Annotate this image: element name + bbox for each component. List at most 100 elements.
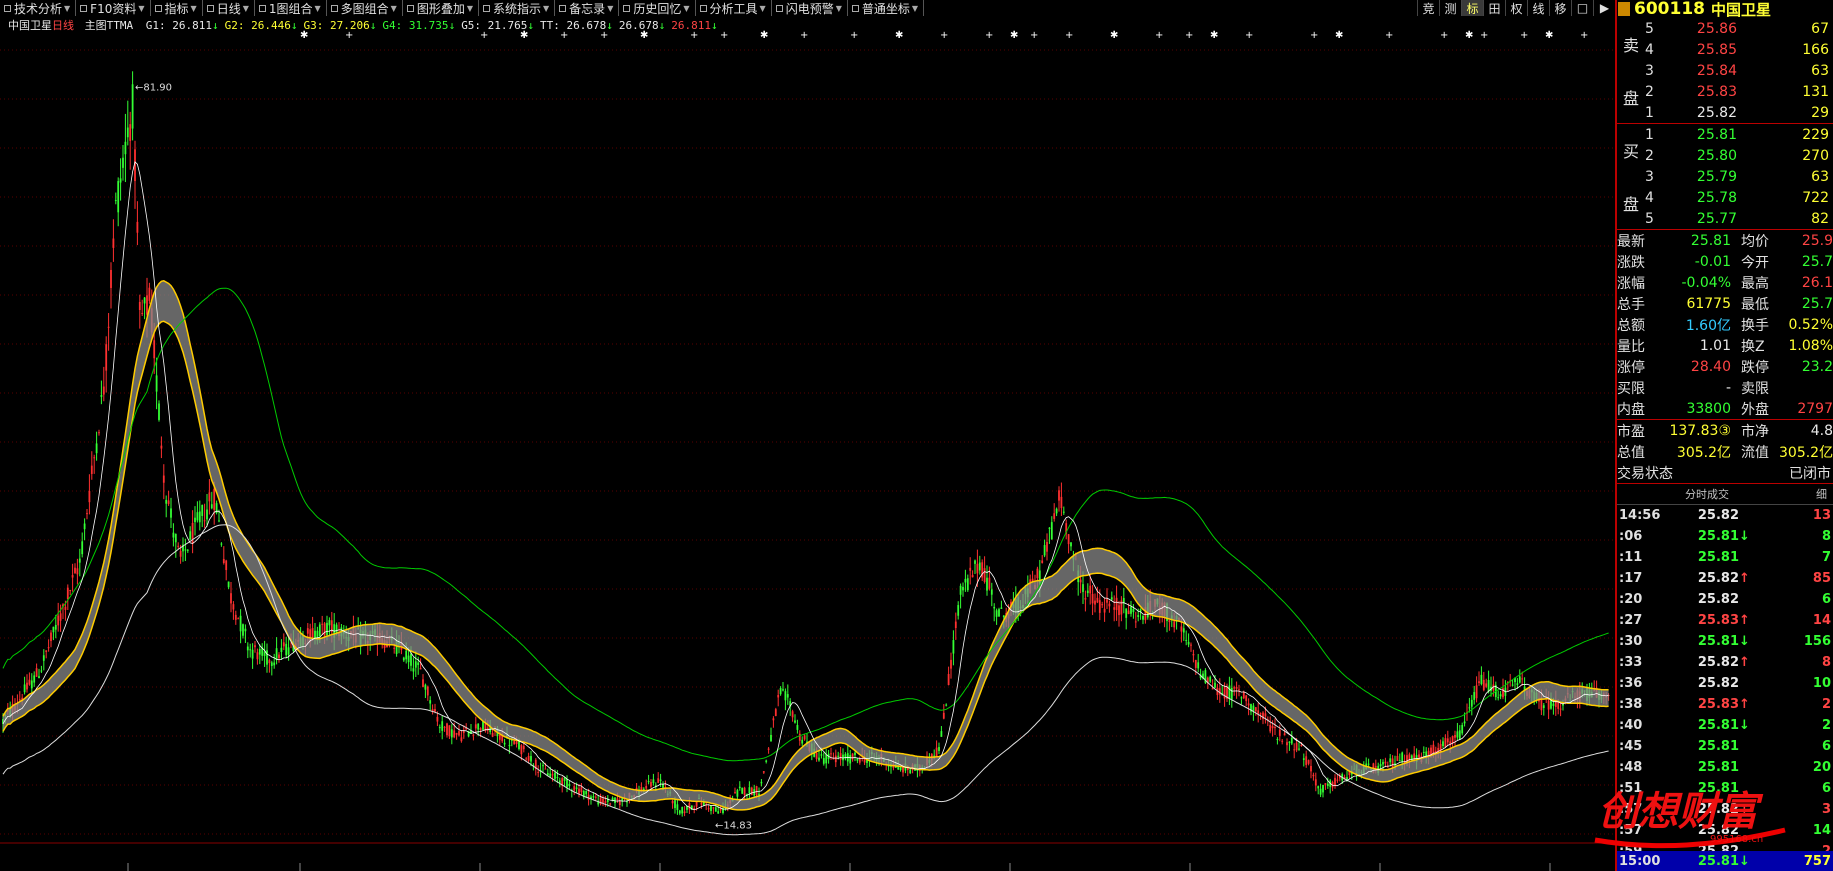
menu-item-0[interactable]: 技术分析 ▼ <box>0 0 77 16</box>
candle-body <box>201 504 204 516</box>
toolbar-button-2[interactable]: 标 <box>1461 0 1483 16</box>
candle-body <box>796 725 799 730</box>
candle-body <box>83 523 86 530</box>
signal-marker: ✱ <box>760 30 768 41</box>
candle-body <box>899 767 902 771</box>
candle-body <box>1127 610 1130 615</box>
toolbar-button-0[interactable]: 竞 <box>1417 0 1439 16</box>
candle-body <box>458 731 460 736</box>
candle-body <box>189 531 192 540</box>
candle-body <box>1197 662 1200 669</box>
candle-body <box>210 504 213 509</box>
candle-body <box>119 178 122 183</box>
asks-row[interactable]: 1 25.82 29 <box>1645 102 1833 123</box>
quote-v: -0.04% <box>1681 274 1731 291</box>
asks-row[interactable]: 2 25.83 131 <box>1645 81 1833 102</box>
signal-marker: + <box>345 30 353 41</box>
candle-body <box>129 124 132 141</box>
candle-body <box>1552 703 1555 706</box>
ticks-detail-tab[interactable]: 细 <box>1797 486 1827 502</box>
menu-item-2[interactable]: 指标 ▼ <box>151 0 203 16</box>
asks-row[interactable]: 3 25.84 63 <box>1645 60 1833 81</box>
candle-body <box>474 724 477 729</box>
bids-vol: 63 <box>1811 168 1829 185</box>
menu-label: 历史回忆 <box>633 1 682 16</box>
candle-body <box>988 577 991 589</box>
bids-row[interactable]: 3 25.79 63 <box>1645 166 1833 187</box>
quote-k: 总值 <box>1617 444 1645 461</box>
candle-body <box>1480 674 1483 685</box>
candle-body <box>1482 679 1485 691</box>
candle-body <box>1240 697 1243 699</box>
candle-body <box>1096 597 1099 603</box>
tick-ar: ↑ <box>1739 571 1750 586</box>
candle-body <box>321 623 324 625</box>
candle-body <box>825 754 828 764</box>
toolbar-button-3[interactable]: 田 <box>1483 0 1505 16</box>
candle-body <box>1247 703 1250 706</box>
candle-body <box>594 796 597 798</box>
candle-body <box>837 755 840 757</box>
menu-item-1[interactable]: F10资料 ▼ <box>76 0 151 16</box>
bids-row[interactable]: 1 25.81 229 <box>1645 124 1833 145</box>
menu-item-11[interactable]: 闪电预警 ▼ <box>772 0 848 16</box>
ticks-header-label[interactable]: 分时成交 <box>1617 486 1797 502</box>
candle-body <box>858 758 861 763</box>
watermark-url: 995168.cn <box>1710 834 1763 845</box>
candle-body <box>645 785 648 789</box>
menu-item-8[interactable]: 备忘录 ▼ <box>555 0 620 16</box>
candle-body <box>234 614 237 620</box>
toolbar-button-6[interactable]: 移 <box>1549 0 1571 16</box>
candle-body <box>1487 679 1490 692</box>
candle-body <box>165 499 168 504</box>
menu-item-9[interactable]: 历史回忆 ▼ <box>619 0 696 16</box>
bids-row[interactable]: 2 25.80 270 <box>1645 145 1833 166</box>
candle-body <box>311 628 314 638</box>
tick-p: 25.81 <box>1697 760 1739 775</box>
tick-t: 14:56 <box>1619 508 1661 523</box>
candle-body <box>1384 761 1387 764</box>
candle-body <box>950 659 952 669</box>
candlestick-chart[interactable]: ✱ + + ✱ + + ✱ + + ✱ + + ✱ + + ✱ + + ✱ + + ✱ + + ✱ + + ✱ + + ✱ + ←81.90 ←1… <box>0 30 1613 871</box>
quote-k2: 外盘 <box>1741 401 1769 418</box>
bids-row[interactable]: 5 25.77 82 <box>1645 208 1833 229</box>
asks-row[interactable]: 5 25.86 67 <box>1645 18 1833 39</box>
menu-item-6[interactable]: 图形叠加 ▼ <box>403 0 479 16</box>
candle-body <box>854 752 856 756</box>
signal-marker: ✱ <box>1335 30 1343 41</box>
candle-body <box>530 756 532 762</box>
menu-item-3[interactable]: 日线 ▼ <box>203 0 255 16</box>
candle-body <box>1000 607 1003 609</box>
toolbar-button-5[interactable]: 线 <box>1527 0 1549 16</box>
dropdown-arrow-icon: ▼ <box>911 3 919 13</box>
tick-row: :36 25.82 10 <box>1617 673 1833 694</box>
menu-item-10[interactable]: 分析工具 ▼ <box>696 0 772 16</box>
candle-body <box>964 578 967 583</box>
candle-body <box>1190 644 1192 646</box>
ma-line-white-lower <box>2 524 1609 836</box>
candle-body <box>206 509 208 520</box>
menu-item-7[interactable]: 系统指示 ▼ <box>479 0 556 16</box>
candle-body <box>508 745 511 747</box>
toolbar-button-1[interactable]: 测 <box>1439 0 1461 16</box>
tick-ar: ↑ <box>1739 655 1750 670</box>
asks-row[interactable]: 4 25.85 166 <box>1645 39 1833 60</box>
menu-item-12[interactable]: 普通坐标 ▼ <box>848 0 925 16</box>
tick-p: 25.81 <box>1697 739 1739 754</box>
asks-lv: 1 <box>1645 104 1654 121</box>
candle-body <box>558 780 561 783</box>
candle-body <box>1542 705 1545 709</box>
toolbar-button-7[interactable]: □ <box>1571 0 1593 16</box>
toolbar-button-4[interactable]: 权 <box>1505 0 1527 16</box>
candle-body <box>1110 597 1113 600</box>
candle-body <box>978 562 981 571</box>
menu-item-5[interactable]: 多图组合 ▼ <box>327 0 403 16</box>
menu-item-4[interactable]: 1图组合 ▼ <box>255 0 327 16</box>
toolbar-button-8[interactable]: ▶ <box>1593 0 1615 16</box>
candle-body <box>455 733 458 735</box>
tick-row: :20 25.82 6 <box>1617 589 1833 610</box>
bids-row[interactable]: 4 25.78 722 <box>1645 187 1833 208</box>
tick-q: 6 <box>1821 592 1831 607</box>
candle-body <box>1314 779 1317 786</box>
candle-body <box>1446 738 1449 743</box>
